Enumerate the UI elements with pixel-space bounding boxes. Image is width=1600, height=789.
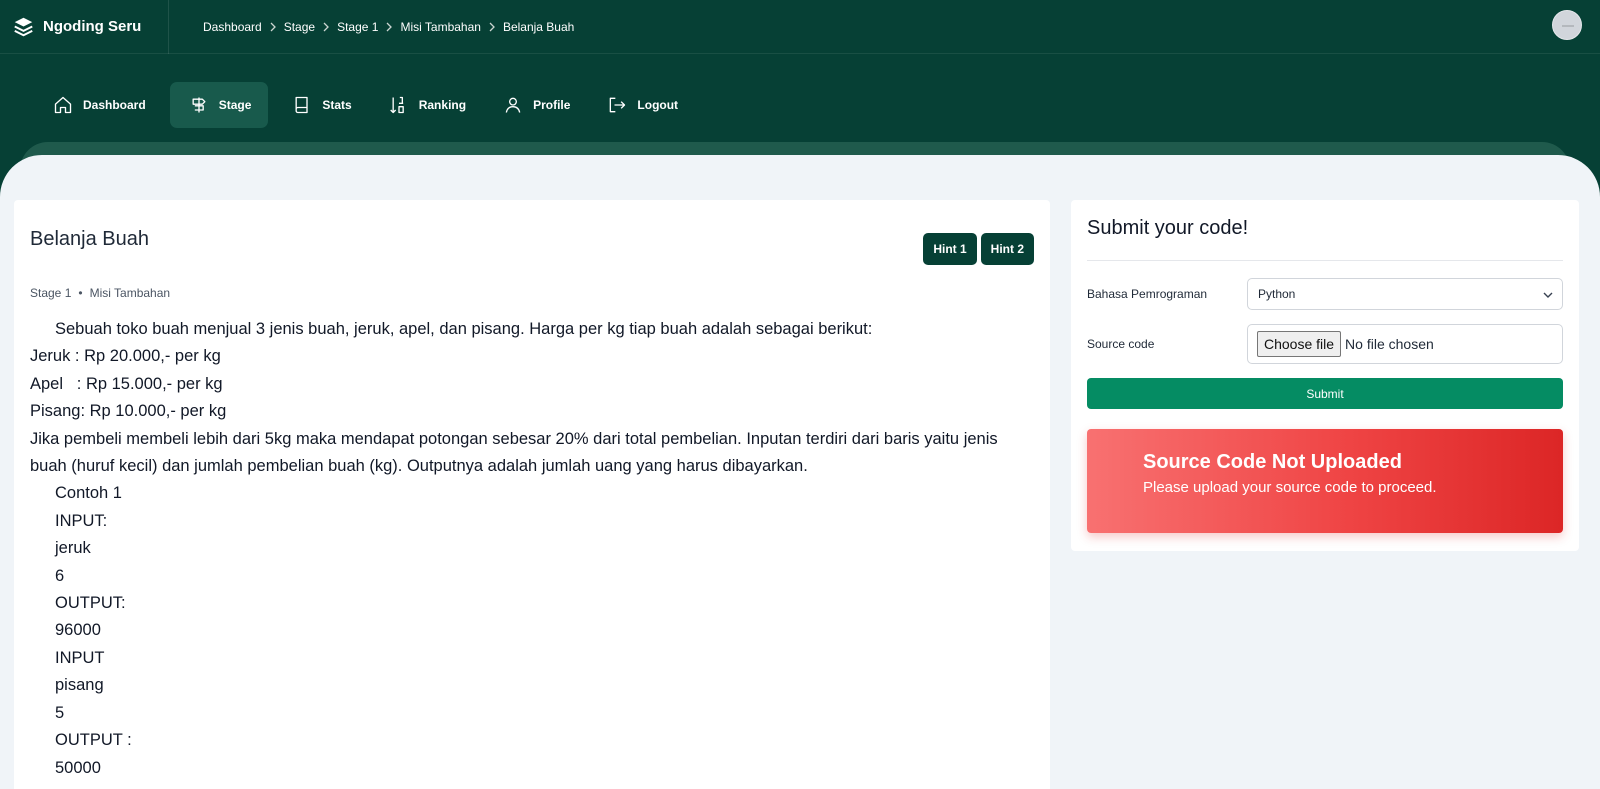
hint-buttons: Hint 1 Hint 2 [919, 233, 1034, 265]
mission-label: Misi Tambahan [89, 286, 171, 300]
brand[interactable]: Ngoding Seru [0, 0, 169, 54]
alert-title: Source Code Not Uploaded [1143, 451, 1402, 473]
problem-card: Belanja Buah Hint 1 Hint 2 Stage 1 • Mis… [14, 200, 1050, 789]
nav-label: Dashboard [83, 98, 146, 112]
nav-item-dashboard[interactable]: Dashboard [40, 82, 159, 128]
description-line: 6 [55, 566, 65, 585]
stage-label: Stage 1 [30, 286, 72, 300]
nav-item-logout[interactable]: Logout [594, 82, 691, 128]
description-line: 5 [55, 703, 65, 722]
problem-title: Belanja Buah [30, 228, 149, 250]
divider [1087, 260, 1563, 261]
description-line: INPUT [55, 648, 105, 667]
nav-label: Stage [218, 98, 252, 112]
source-code-file-input[interactable]: Choose file No file chosen [1247, 324, 1563, 364]
error-alert: Source Code Not Uploaded Please upload y… [1087, 429, 1563, 533]
breadcrumb-item-current: Belanja Buah [502, 19, 575, 34]
nav-label: Logout [637, 98, 679, 112]
description-line: Contoh 1 [55, 484, 122, 503]
description-line: OUTPUT: [55, 594, 126, 613]
submit-button[interactable]: Submit [1087, 378, 1563, 409]
nav-label: Profile [533, 98, 571, 112]
main-nav: Dashboard Stage Stats Ranking Profile Lo… [40, 82, 702, 128]
logout-icon [610, 97, 626, 113]
source-code-label: Source code [1087, 337, 1155, 351]
chevron-right-icon [323, 22, 329, 31]
submit-title: Submit your code! [1087, 217, 1249, 239]
layers-icon [14, 17, 33, 37]
description-line: Jeruk : Rp 20.000,- per kg [30, 347, 221, 366]
description-line: INPUT: [55, 511, 108, 530]
description-line: OUTPUT : [55, 731, 132, 750]
hint-2-button[interactable]: Hint 2 [980, 233, 1034, 265]
language-select[interactable]: Python [1247, 278, 1563, 310]
nav-item-stage[interactable]: Stage [169, 82, 269, 128]
nav-item-stats[interactable]: Stats [279, 82, 364, 128]
breadcrumb-item-misi-tambahan[interactable]: Misi Tambahan [400, 20, 480, 34]
file-status: No file chosen [1345, 336, 1434, 352]
breadcrumb-item-stage-1[interactable]: Stage 1 [337, 20, 378, 34]
nav-item-ranking[interactable]: Ranking [376, 82, 479, 128]
language-selected-value: Python [1258, 287, 1296, 301]
breadcrumb-item-stage[interactable]: Stage [284, 20, 315, 34]
alert-message: Please upload your source code to procee… [1143, 479, 1437, 496]
choose-file-button[interactable]: Choose file [1257, 331, 1342, 357]
chevron-right-icon [386, 22, 393, 31]
problem-meta: Stage 1 • Misi Tambahan [30, 286, 170, 300]
chevron-right-icon [270, 22, 276, 31]
language-label: Bahasa Pemrograman [1087, 287, 1208, 301]
signpost-icon [192, 97, 206, 113]
breadcrumb-item-dashboard[interactable]: Dashboard [203, 20, 262, 34]
problem-description: Sebuah toko buah menjual 3 jenis buah, j… [30, 316, 1030, 782]
avatar[interactable] [1552, 10, 1582, 40]
book-icon [295, 96, 309, 114]
description-line: Sebuah toko buah menjual 3 jenis buah, j… [55, 320, 873, 338]
nav-label: Ranking [418, 98, 467, 112]
sort-numeric-icon [389, 96, 404, 114]
description-line: pisang [55, 676, 104, 695]
home-icon [54, 96, 72, 114]
description-line: Apel : Rp 15.000,- per kg [30, 374, 223, 393]
description-line: jeruk [55, 539, 91, 558]
chevron-right-icon [489, 22, 495, 31]
description-line: Pisang: Rp 10.000,- per kg [30, 402, 227, 421]
description-line: Jika pembeli membeli lebih dari 5kg maka… [30, 429, 998, 476]
description-line: 50000 [55, 758, 101, 777]
nav-item-profile[interactable]: Profile [490, 82, 583, 128]
meta-separator: • [78, 286, 83, 300]
submit-card: Submit your code! Bahasa Pemrograman Pyt… [1071, 200, 1579, 551]
user-icon [505, 97, 521, 113]
chevron-down-icon [1543, 292, 1553, 298]
nav-label: Stats [322, 98, 352, 112]
breadcrumb: Dashboard Stage Stage 1 Misi Tambahan Be… [203, 20, 574, 34]
brand-name: Ngoding Seru [43, 18, 142, 35]
top-bar: Ngoding Seru Dashboard Stage Stage 1 Mis… [0, 0, 1600, 54]
description-line: 96000 [55, 621, 101, 640]
hint-1-button[interactable]: Hint 1 [923, 233, 977, 265]
